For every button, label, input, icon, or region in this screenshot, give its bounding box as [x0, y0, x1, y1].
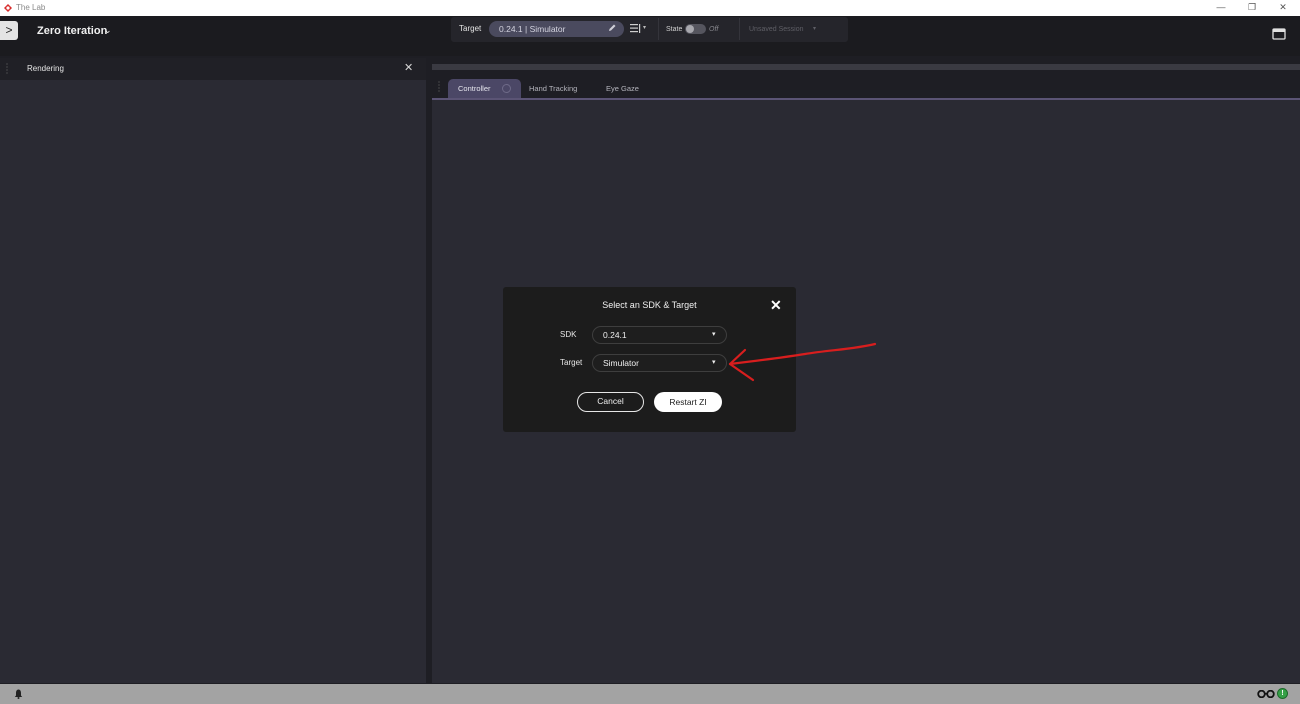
caret-down-icon[interactable]: ▾: [813, 25, 816, 34]
window-title-bar: [0, 0, 1300, 16]
sdk-select-value: 0.24.1: [603, 330, 627, 340]
restart-zi-button[interactable]: Restart ZI: [654, 392, 722, 412]
minimize-button[interactable]: —: [1206, 0, 1236, 16]
status-indicator-icon[interactable]: !: [1277, 688, 1288, 699]
tab-hand-tracking[interactable]: Hand Tracking: [529, 84, 577, 94]
tab-controller-label: Controller: [458, 84, 491, 93]
window-title: The Lab: [16, 3, 46, 12]
list-caret-icon[interactable]: ▾: [643, 24, 646, 33]
layout-icon[interactable]: [1272, 28, 1286, 40]
window-close-button[interactable]: ✕: [1268, 0, 1298, 16]
right-panel-strip: [432, 64, 1300, 70]
chevron-down-icon[interactable]: ⌄: [104, 23, 112, 37]
cancel-button[interactable]: Cancel: [577, 392, 644, 412]
state-label: State: [666, 26, 683, 33]
goggles-icon: [1257, 690, 1275, 698]
panel-close-icon[interactable]: ✕: [404, 62, 413, 74]
drag-handle-icon[interactable]: [438, 80, 440, 94]
state-value: Off: [709, 26, 719, 33]
app-name-menu[interactable]: Zero Iteration: [37, 24, 107, 38]
annotation-arrow-icon: [728, 342, 877, 382]
list-icon[interactable]: [629, 23, 641, 34]
drag-handle-icon[interactable]: [6, 62, 8, 76]
panel-title: Rendering: [27, 64, 64, 73]
toolbar-divider: [739, 18, 740, 40]
status-bar: [0, 684, 1300, 704]
target-pill-text: 0.24.1 | Simulator: [499, 24, 566, 34]
restore-button[interactable]: ❐: [1237, 0, 1267, 16]
tab-eye-gaze[interactable]: Eye Gaze: [606, 84, 639, 94]
session-dropdown[interactable]: Unsaved Session: [749, 25, 803, 34]
caret-down-icon: ▾: [712, 331, 716, 338]
toolbar-divider: [658, 18, 659, 40]
target-label: Target: [560, 358, 583, 367]
sdk-label: SDK: [560, 330, 577, 339]
tab-status-icon: [502, 84, 511, 93]
bell-icon[interactable]: [14, 689, 23, 699]
state-toggle-knob: [686, 25, 694, 33]
caret-down-icon: ▾: [712, 359, 716, 366]
edit-icon[interactable]: [607, 23, 617, 33]
target-select-value: Simulator: [603, 358, 639, 368]
dialog-title: Select an SDK & Target: [602, 300, 697, 310]
dialog-close-icon[interactable]: ✕: [770, 297, 782, 313]
sidebar-toggle-button[interactable]: >: [0, 21, 18, 40]
app-logo-icon: [4, 4, 12, 12]
toolbar-target-label: Target: [459, 24, 482, 33]
left-panel: [0, 58, 426, 683]
